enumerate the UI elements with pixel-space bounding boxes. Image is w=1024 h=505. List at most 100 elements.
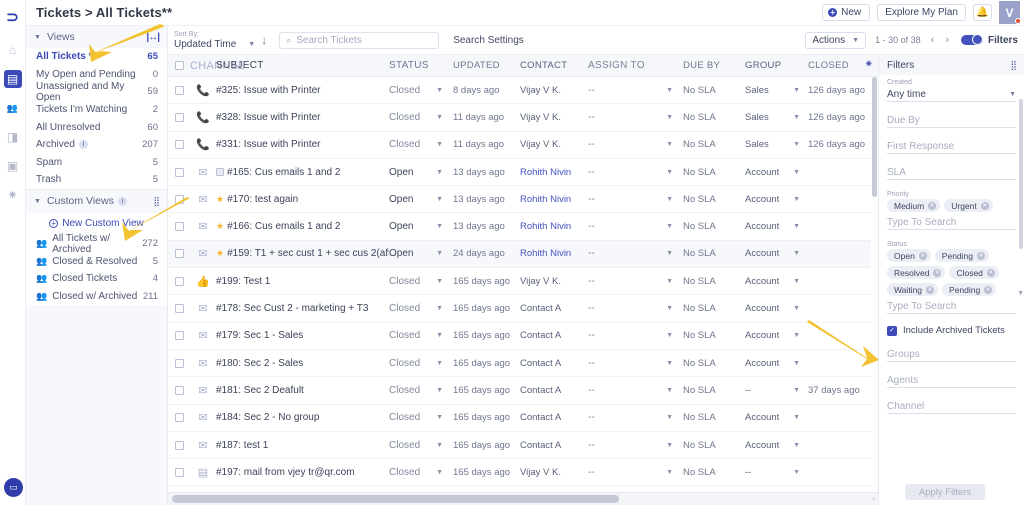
- assign-to-cell[interactable]: -- ▼: [588, 330, 683, 341]
- sidebar-view-item[interactable]: All Unresolved 60: [26, 118, 167, 136]
- sidebar-view-item[interactable]: All Tickets ** 65: [26, 48, 167, 66]
- remove-chip-icon[interactable]: ✕: [928, 201, 937, 210]
- table-row[interactable]: ✉ ★ #166: Cus emails 1 and 2 Open ▼ 13 days a…: [168, 213, 878, 241]
- row-checkbox[interactable]: [168, 440, 190, 450]
- row-checkbox[interactable]: [168, 222, 190, 232]
- remove-chip-icon[interactable]: ✕: [986, 268, 995, 277]
- assign-to-cell[interactable]: -- ▼: [588, 248, 683, 259]
- assign-to-cell[interactable]: -- ▼: [588, 194, 683, 205]
- status-cell[interactable]: Closed ▼: [389, 440, 453, 451]
- status-cell[interactable]: Open ▼: [389, 248, 453, 259]
- due-by-input[interactable]: Due By: [887, 113, 1016, 128]
- ticket-subject[interactable]: #181: Sec 2 Deafult: [216, 385, 389, 396]
- table-row[interactable]: ✉ #181: Sec 2 Deafult Closed ▼ 165 days ago C…: [168, 377, 878, 405]
- table-row[interactable]: ✉ #187: test 1 Closed ▼ 165 days ago Contact …: [168, 432, 878, 460]
- sidebar-view-item[interactable]: Archived i 207: [26, 136, 167, 154]
- filters-switch[interactable]: [960, 34, 983, 45]
- search-input[interactable]: [296, 34, 433, 46]
- status-cell[interactable]: Closed ▼: [389, 330, 453, 341]
- table-row[interactable]: ▤ #197: mail from vjey tr@qr.com Closed ▼ 16…: [168, 459, 878, 487]
- next-page-icon[interactable]: ›: [944, 34, 950, 46]
- row-checkbox[interactable]: [168, 194, 190, 204]
- channel-input[interactable]: Channel: [887, 399, 1016, 414]
- remove-chip-icon[interactable]: ✕: [977, 251, 985, 260]
- search-settings-link[interactable]: Search Settings: [453, 35, 524, 46]
- drag-grip-icon[interactable]: ⣿: [1010, 60, 1017, 71]
- apply-filters-button[interactable]: Apply Filters: [905, 484, 985, 500]
- ticket-subject[interactable]: #180: Sec 2 - Sales: [216, 358, 389, 369]
- table-row[interactable]: 👍 #199: Test 1 Closed ▼ 165 days ago Vijay V …: [168, 268, 878, 296]
- contact-cell[interactable]: Contact A: [520, 303, 588, 314]
- home-icon[interactable]: ⌂: [4, 41, 22, 59]
- group-cell[interactable]: Account ▼: [745, 167, 808, 178]
- table-row[interactable]: ✉ #165: Cus emails 1 and 2 Open ▼ 13 days ag…: [168, 159, 878, 187]
- assign-to-cell[interactable]: -- ▼: [588, 276, 683, 287]
- collapse-panel-icon[interactable]: |↔|: [146, 32, 160, 43]
- ticket-subject[interactable]: ★#159: T1 + sec cust 1 + sec cus 2(after…: [216, 248, 389, 259]
- row-checkbox[interactable]: [168, 249, 190, 259]
- filter-chip[interactable]: Resolved ✕: [887, 266, 946, 279]
- explore-my-plan-button[interactable]: Explore My Plan: [877, 4, 966, 21]
- settings-gear-icon[interactable]: ✷: [4, 186, 22, 204]
- group-cell[interactable]: Account ▼: [745, 194, 808, 205]
- created-select[interactable]: Any time ▼: [887, 87, 1016, 102]
- sidebar-custom-view-item[interactable]: 👥 Closed w/ Archived 211: [26, 287, 167, 306]
- sidebar-custom-view-item[interactable]: 👥 Closed & Resolved 5: [26, 252, 167, 270]
- actions-button[interactable]: Actions ▼: [805, 31, 867, 49]
- ticket-subject[interactable]: #187: test 1: [216, 440, 389, 451]
- filter-chip[interactable]: Medium ✕: [887, 199, 941, 212]
- scroll-thumb[interactable]: [872, 77, 877, 197]
- row-checkbox[interactable]: [168, 413, 190, 423]
- row-checkbox[interactable]: [168, 112, 190, 122]
- first-response-input[interactable]: First Response: [887, 139, 1016, 154]
- drag-grip-icon[interactable]: ⣿: [153, 196, 160, 207]
- sidebar-view-item[interactable]: Spam 5: [26, 154, 167, 172]
- sidebar-custom-view-item[interactable]: 👥 Closed Tickets 4: [26, 269, 167, 288]
- table-row[interactable]: 📞 #331: Issue with Printer Closed ▼ 11 days …: [168, 132, 878, 159]
- status-cell[interactable]: Closed ▼: [389, 85, 453, 96]
- table-row[interactable]: ✉ #178: Sec Cust 2 - marketing + T3 Closed…: [168, 295, 878, 323]
- assign-to-cell[interactable]: -- ▼: [588, 358, 683, 369]
- group-cell[interactable]: -- ▼: [745, 385, 808, 396]
- new-button[interactable]: + New: [822, 4, 871, 21]
- status-cell[interactable]: Closed ▼: [389, 276, 453, 287]
- tickets-icon[interactable]: ▤: [3, 70, 22, 88]
- table-vertical-scrollbar[interactable]: [871, 77, 878, 491]
- agents-input[interactable]: Agents: [887, 373, 1016, 388]
- table-settings-gear-icon[interactable]: ✷: [865, 59, 873, 70]
- filter-chip[interactable]: Urgent ✕: [944, 199, 993, 212]
- filter-chip[interactable]: Pending ✕: [934, 249, 989, 262]
- column-header-due-by[interactable]: DUE BY: [683, 60, 745, 71]
- views-section-header[interactable]: ▼ Views |↔|: [26, 26, 167, 48]
- group-cell[interactable]: Account ▼: [745, 330, 808, 341]
- ticket-subject[interactable]: #325: Issue with Printer: [216, 85, 389, 96]
- ticket-subject[interactable]: #184: Sec 2 - No group: [216, 412, 389, 423]
- table-row[interactable]: 📞 #328: Issue with Printer Closed ▼ 11 days …: [168, 104, 878, 132]
- group-cell[interactable]: Account ▼: [745, 276, 808, 287]
- ticket-subject[interactable]: #328: Issue with Printer: [216, 112, 389, 123]
- groups-input[interactable]: Groups: [887, 347, 1016, 362]
- filter-chip[interactable]: Waiting ✕: [887, 283, 939, 296]
- contact-cell[interactable]: Rohith Nivin: [520, 248, 588, 259]
- group-cell[interactable]: Account ▼: [745, 221, 808, 232]
- contact-cell[interactable]: Contact A: [520, 412, 588, 423]
- search-tickets-field[interactable]: ⌕: [279, 31, 440, 49]
- status-cell[interactable]: Open ▼: [389, 167, 453, 178]
- assign-to-cell[interactable]: -- ▼: [588, 139, 683, 150]
- status-cell[interactable]: Closed ▼: [389, 139, 453, 150]
- contact-cell[interactable]: Contact A: [520, 440, 588, 451]
- avatar[interactable]: V: [999, 1, 1021, 24]
- status-cell[interactable]: Closed ▼: [389, 112, 453, 123]
- contact-cell[interactable]: Rohith Nivin: [520, 194, 588, 205]
- prev-page-icon[interactable]: ‹: [930, 34, 936, 46]
- filter-chip[interactable]: Open ✕: [887, 249, 931, 262]
- notifications-bell-icon[interactable]: 🔔: [973, 4, 992, 21]
- custom-views-header[interactable]: ▼ Custom Views i ⣿: [26, 188, 167, 213]
- contact-cell[interactable]: Vijay V K.: [520, 139, 588, 150]
- remove-chip-icon[interactable]: ✕: [926, 285, 935, 294]
- group-cell[interactable]: Sales ▼: [745, 139, 808, 150]
- group-cell[interactable]: Sales ▼: [745, 85, 808, 96]
- table-row[interactable]: ✉ #180: Sec 2 - Sales Closed ▼ 165 days ago C…: [168, 350, 878, 378]
- remove-chip-icon[interactable]: ✕: [933, 268, 942, 277]
- assign-to-cell[interactable]: -- ▼: [588, 167, 683, 178]
